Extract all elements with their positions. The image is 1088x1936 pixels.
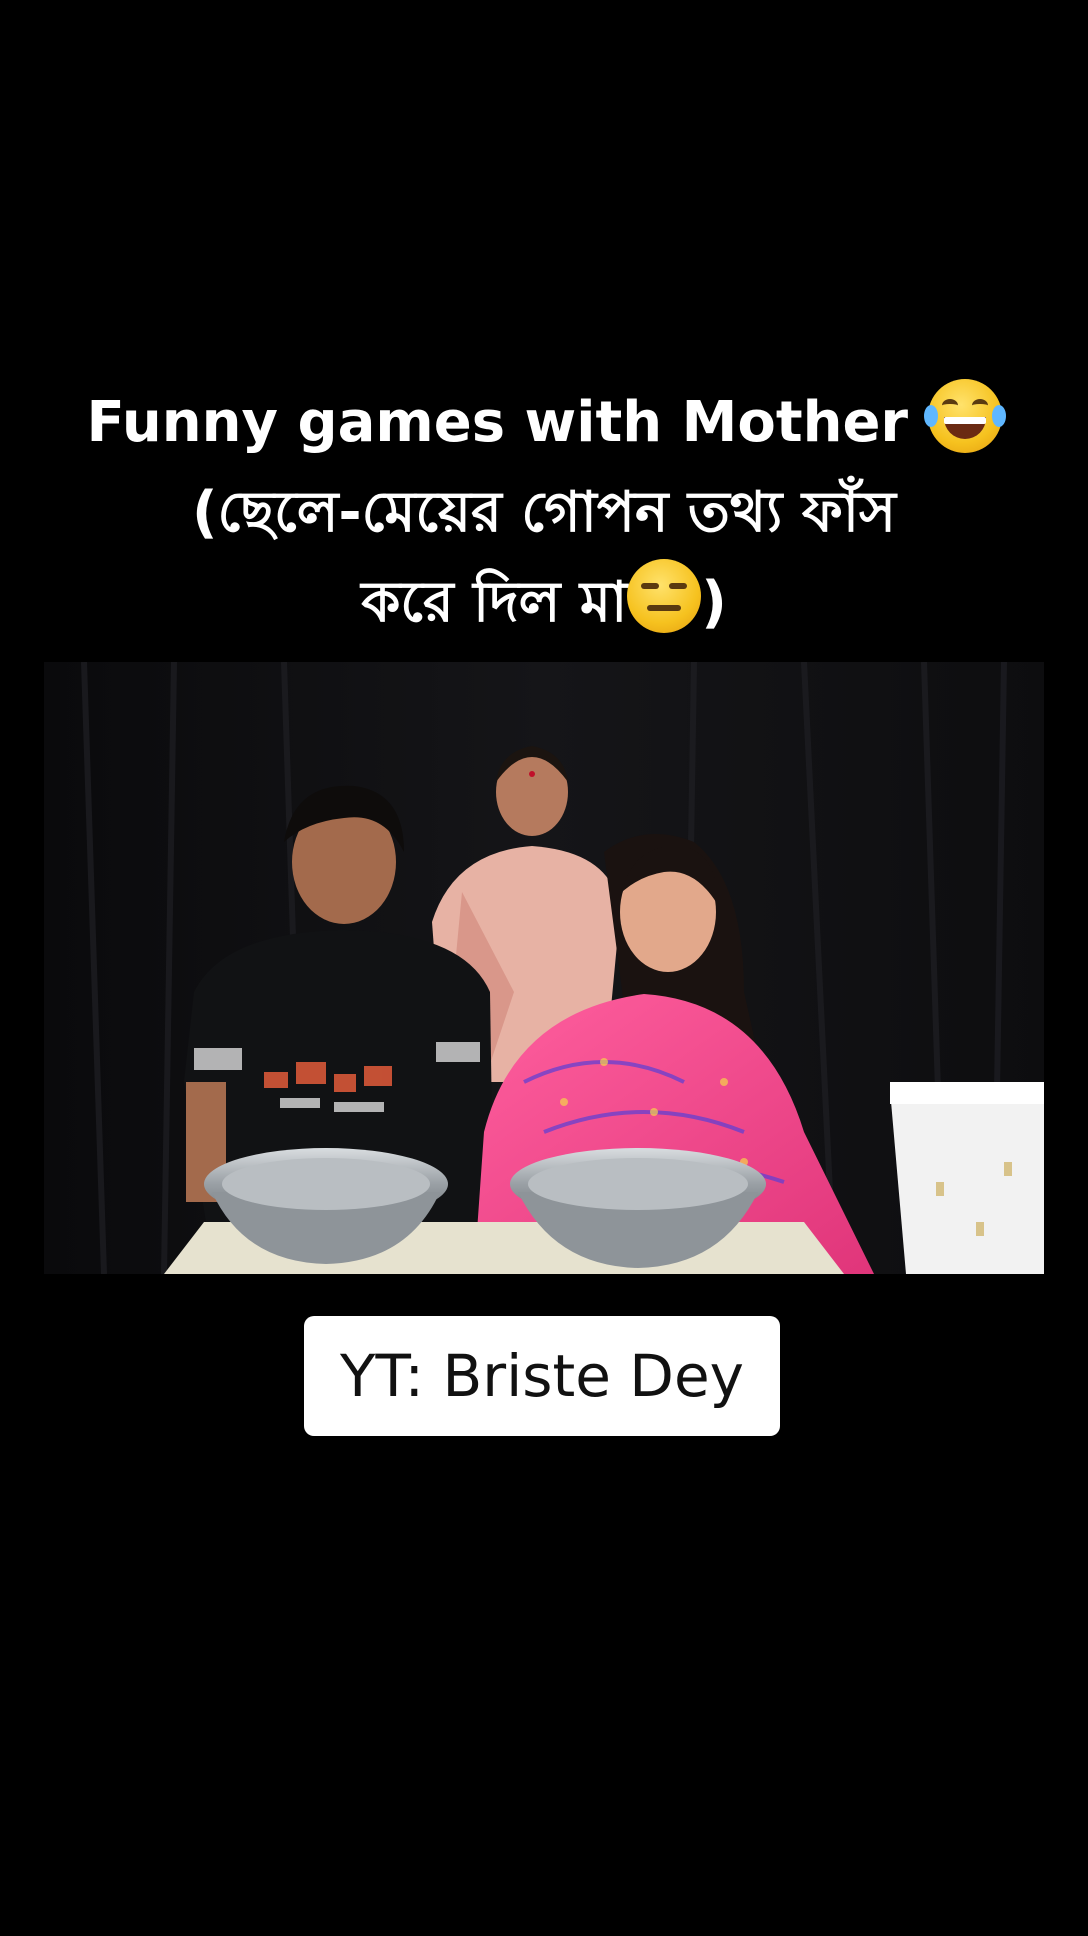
white-basket bbox=[890, 1082, 1044, 1274]
video-frame[interactable] bbox=[44, 662, 1044, 1274]
youtube-channel-badge: YT: Briste Dey bbox=[304, 1316, 780, 1436]
video-caption: Funny games with Mother (ছেলে-মেয়ের গোপ… bbox=[60, 378, 1028, 648]
caption-line-3-end: ) bbox=[701, 570, 727, 635]
youtube-channel-label: YT: Briste Dey bbox=[340, 1342, 744, 1410]
caption-line-1: Funny games with Mother bbox=[60, 378, 1028, 468]
expressionless-face-emoji-icon bbox=[627, 559, 702, 633]
caption-line-3-text: করে দিল মা bbox=[361, 570, 628, 635]
caption-line-3: করে দিল মা) bbox=[60, 558, 1028, 648]
laughing-tears-emoji-icon bbox=[923, 379, 1006, 453]
caption-line-2: (ছেলে-মেয়ের গোপন তথ্য ফাঁস bbox=[191, 480, 897, 545]
video-scene-illustration bbox=[44, 662, 1044, 1274]
caption-line-1-text: Funny games with Mother bbox=[86, 390, 928, 455]
